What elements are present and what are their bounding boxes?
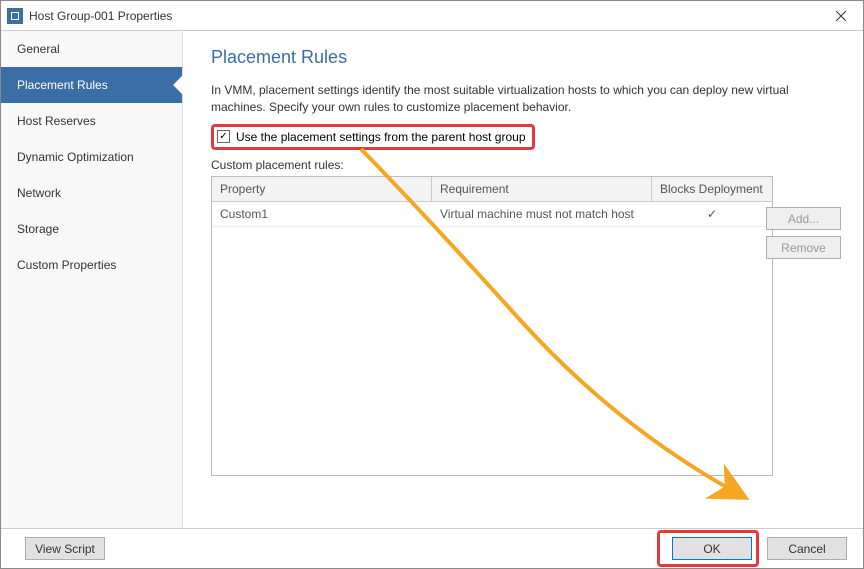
col-blocks[interactable]: Blocks Deployment [652,177,772,201]
ok-highlight: OK [657,530,759,567]
use-parent-settings-row[interactable]: ✓ Use the placement settings from the pa… [211,124,535,150]
cell-blocks: ✓ [652,202,772,226]
sidebar-item-custom-properties[interactable]: Custom Properties [1,247,182,283]
sidebar-item-storage[interactable]: Storage [1,211,182,247]
close-button[interactable] [818,1,863,31]
table-header: Property Requirement Blocks Deployment [212,177,772,202]
col-property[interactable]: Property [212,177,432,201]
close-icon [836,11,846,21]
remove-button[interactable]: Remove [766,236,841,259]
cell-property: Custom1 [212,202,432,226]
col-requirement[interactable]: Requirement [432,177,652,201]
rules-table: Property Requirement Blocks Deployment C… [211,176,773,476]
sidebar-item-host-reserves[interactable]: Host Reserves [1,103,182,139]
sidebar-item-general[interactable]: General [1,31,182,67]
sidebar-item-network[interactable]: Network [1,175,182,211]
titlebar: Host Group-001 Properties [1,1,863,31]
cancel-button[interactable]: Cancel [767,537,847,560]
page-title: Placement Rules [211,47,841,68]
view-script-button[interactable]: View Script [25,537,105,560]
sidebar: General Placement Rules Host Reserves Dy… [1,31,183,529]
use-parent-settings-label: Use the placement settings from the pare… [236,130,526,144]
use-parent-settings-checkbox[interactable]: ✓ [217,130,230,143]
sidebar-item-placement-rules[interactable]: Placement Rules [1,67,182,103]
sidebar-item-dynamic-optimization[interactable]: Dynamic Optimization [1,139,182,175]
content-panel: Placement Rules In VMM, placement settin… [183,31,863,529]
footer: View Script OK Cancel [1,528,863,568]
cell-requirement: Virtual machine must not match host [432,202,652,226]
custom-rules-label: Custom placement rules: [211,158,841,172]
page-description: In VMM, placement settings identify the … [211,82,841,116]
app-icon [7,8,23,24]
add-button[interactable]: Add... [766,207,841,230]
ok-button[interactable]: OK [672,537,752,560]
window-title: Host Group-001 Properties [29,9,818,23]
table-row[interactable]: Custom1 Virtual machine must not match h… [212,202,772,227]
